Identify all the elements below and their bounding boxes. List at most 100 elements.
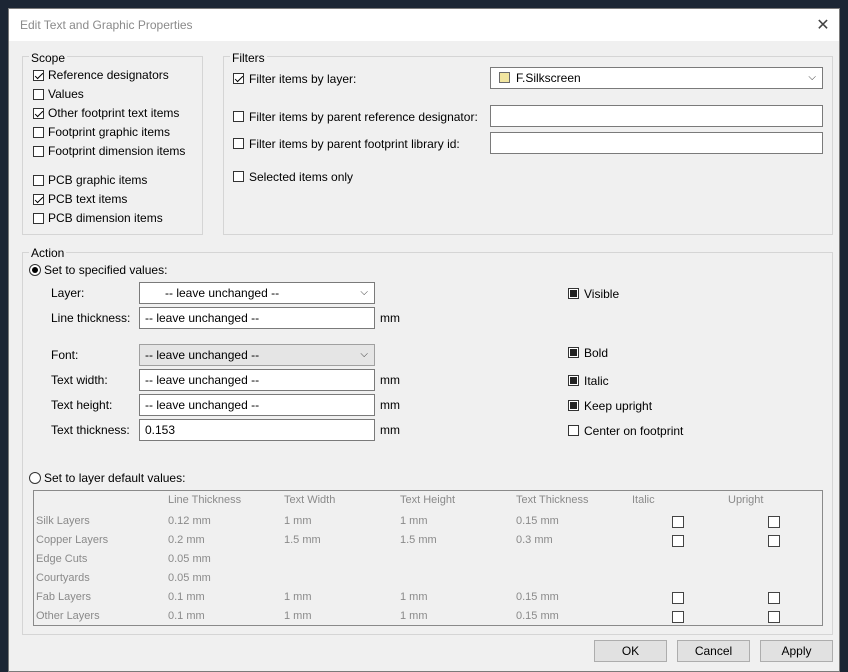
table-cell-line: 0.05 mm (168, 572, 211, 584)
bold-label: Bold (584, 346, 609, 360)
table-cell-name: Courtyards (36, 572, 90, 584)
filter-ref-input[interactable] (490, 105, 823, 127)
filter-by-lib-checkbox[interactable] (233, 138, 244, 149)
table-cell-line: 0.2 mm (168, 534, 205, 546)
close-icon[interactable]: ✕ (813, 15, 833, 35)
scope-footprint-dimension-label: Footprint dimension items (48, 144, 186, 158)
cancel-button[interactable]: Cancel (677, 640, 750, 662)
table-cell-name: Fab Layers (36, 591, 92, 603)
table-cell-height: 1 mm (400, 591, 428, 603)
table-cell-thick: 0.15 mm (516, 610, 559, 622)
table-cell-height: 1.5 mm (400, 534, 437, 546)
selected-only-label: Selected items only (249, 170, 354, 184)
text-height-unit: mm (380, 398, 400, 412)
text-width-input[interactable]: -- leave unchanged -- (139, 369, 375, 391)
table-row: Other Layers 0.1 mm 1 mm 1 mm 0.15 mm (34, 608, 822, 627)
scope-pcb-graphic-checkbox[interactable] (33, 175, 44, 186)
text-height-input[interactable]: -- leave unchanged -- (139, 394, 375, 416)
layer-select[interactable]: -- leave unchanged -- ⌵ (139, 282, 375, 304)
scope-other-footprint-text-checkbox[interactable] (33, 108, 44, 119)
title-bar: Edit Text and Graphic Properties ✕ (9, 9, 839, 41)
action-label: Action (29, 246, 67, 260)
scope-values-checkbox[interactable] (33, 89, 44, 100)
table-cell-name: Silk Layers (36, 515, 90, 527)
scope-pcb-dimension-label: PCB dimension items (48, 211, 163, 225)
filter-layer-value: F.Silkscreen (516, 71, 581, 85)
scope-values-label: Values (48, 87, 84, 101)
table-cell-line: 0.12 mm (168, 515, 211, 527)
chevron-down-icon: ⌵ (808, 72, 816, 83)
col-header-italic: Italic (632, 494, 655, 506)
table-cell-line: 0.05 mm (168, 553, 211, 565)
table-italic-checkbox[interactable] (672, 592, 684, 604)
apply-button[interactable]: Apply (760, 640, 833, 662)
table-upright-checkbox[interactable] (768, 592, 780, 604)
table-cell-name: Other Layers (36, 610, 100, 622)
scope-footprint-dimension-checkbox[interactable] (33, 146, 44, 157)
table-italic-checkbox[interactable] (672, 535, 684, 547)
filters-label: Filters (230, 51, 267, 65)
font-select[interactable]: -- leave unchanged -- ⌵ (139, 344, 375, 366)
scope-reference-designators-label: Reference designators (48, 68, 169, 82)
table-cell-name: Edge Cuts (36, 553, 88, 565)
scope-other-footprint-text-label: Other footprint text items (48, 106, 180, 120)
table-italic-checkbox[interactable] (672, 516, 684, 528)
table-cell-line: 0.1 mm (168, 591, 205, 603)
table-cell-height: 1 mm (400, 515, 428, 527)
scope-pcb-dimension-checkbox[interactable] (33, 213, 44, 224)
filter-by-ref-checkbox[interactable] (233, 111, 244, 122)
table-upright-checkbox[interactable] (768, 535, 780, 547)
layer-label: Layer: (51, 286, 85, 300)
table-cell-name: Copper Layers (36, 534, 109, 546)
table-cell-thick: 0.15 mm (516, 515, 559, 527)
filter-by-layer-checkbox[interactable] (233, 73, 244, 84)
table-upright-checkbox[interactable] (768, 611, 780, 623)
chevron-down-icon: ⌵ (360, 349, 368, 360)
table-cell-thick: 0.3 mm (516, 534, 553, 546)
visible-label: Visible (584, 287, 620, 301)
text-width-label: Text width: (51, 373, 108, 387)
col-header-text-thickness: Text Thickness (516, 494, 589, 506)
table-cell-height: 1 mm (400, 610, 428, 622)
table-upright-checkbox[interactable] (768, 516, 780, 528)
col-header-text-width: Text Width (284, 494, 336, 506)
col-header-text-height: Text Height (400, 494, 456, 506)
font-select-value: -- leave unchanged -- (145, 348, 260, 362)
filter-lib-input[interactable] (490, 132, 823, 154)
scope-pcb-text-checkbox[interactable] (33, 194, 44, 205)
italic-checkbox[interactable] (568, 375, 579, 386)
scope-reference-designators-checkbox[interactable] (33, 70, 44, 81)
layer-select-value: -- leave unchanged -- (165, 286, 280, 300)
set-specified-radio[interactable] (29, 264, 41, 276)
table-cell-width: 1 mm (284, 515, 312, 527)
filter-by-ref-label: Filter items by parent reference designa… (249, 110, 478, 124)
dialog-title: Edit Text and Graphic Properties (20, 18, 193, 32)
chevron-down-icon: ⌵ (360, 287, 368, 298)
col-header-upright: Upright (728, 494, 764, 506)
set-default-radio[interactable] (29, 472, 41, 484)
text-thickness-unit: mm (380, 423, 400, 437)
bold-checkbox[interactable] (568, 347, 579, 358)
keep-upright-checkbox[interactable] (568, 400, 579, 411)
font-label: Font: (51, 348, 79, 362)
filter-layer-select[interactable]: F.Silkscreen ⌵ (490, 67, 823, 89)
filter-by-layer-label: Filter items by layer: (249, 72, 357, 86)
text-width-unit: mm (380, 373, 400, 387)
line-thickness-unit: mm (380, 311, 400, 325)
col-header-line-thickness: Line Thickness (168, 494, 242, 506)
visible-checkbox[interactable] (568, 288, 579, 299)
ok-button[interactable]: OK (594, 640, 667, 662)
scope-pcb-text-label: PCB text items (48, 192, 128, 206)
table-italic-checkbox[interactable] (672, 611, 684, 623)
table-row: Fab Layers 0.1 mm 1 mm 1 mm 0.15 mm (34, 589, 822, 608)
scope-footprint-graphic-checkbox[interactable] (33, 127, 44, 138)
line-thickness-input[interactable]: -- leave unchanged -- (139, 307, 375, 329)
center-on-footprint-label: Center on footprint (584, 424, 684, 438)
scope-label: Scope (29, 51, 68, 65)
table-row: Copper Layers 0.2 mm 1.5 mm 1.5 mm 0.3 mm (34, 532, 822, 551)
center-on-footprint-checkbox[interactable] (568, 425, 579, 436)
filter-by-lib-label: Filter items by parent footprint library… (249, 137, 460, 151)
selected-only-checkbox[interactable] (233, 171, 244, 182)
table-cell-line: 0.1 mm (168, 610, 205, 622)
text-thickness-input[interactable]: 0.153 (139, 419, 375, 441)
